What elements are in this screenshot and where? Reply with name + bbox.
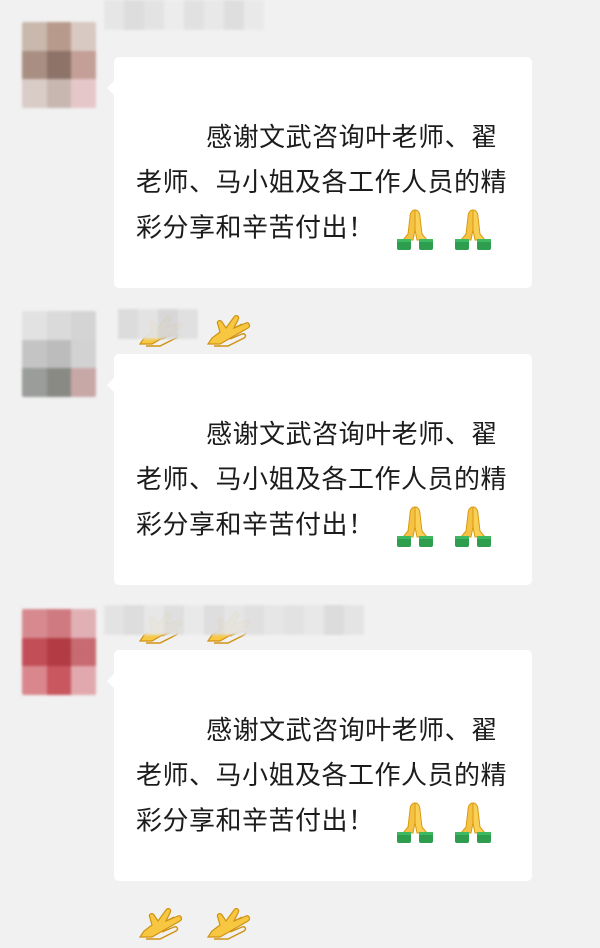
avatar-mosaic-cell [22,50,47,80]
avatar-mosaic-cell [71,79,96,108]
pray-icon [393,799,437,845]
name-blur-cell [264,605,284,635]
avatar-mosaic-cell [22,22,47,51]
name-blur-cell [144,0,164,30]
avatar-mosaic-cell [22,79,47,108]
avatar-mosaic-cell [71,50,96,80]
name-blur-cell [344,605,364,635]
avatar[interactable] [22,311,96,397]
name-blur-cell [104,0,124,30]
avatar-mosaic-cell [71,666,96,695]
pray-icon [393,206,437,252]
name-blur-cell [224,605,244,635]
clap-icon [136,899,186,943]
name-blur-cell [124,0,144,30]
sender-name-blurred [104,605,364,635]
avatar-mosaic-cell [46,339,72,369]
chat-message: 感谢文武咨询叶老师、翟老师、马小姐及各工作人员的精彩分享和辛苦付出！ [0,0,600,347]
name-blur-cell [204,605,224,635]
avatar-mosaic-cell [46,50,72,80]
avatar-mosaic-cell [71,368,96,397]
name-blur-cell [104,605,124,635]
avatar-mosaic-cell [22,666,47,695]
avatar-mosaic-cell [22,609,47,638]
avatar-mosaic-cell [46,609,72,638]
inline-emoji-group [387,206,495,252]
avatar-mosaic-cell [71,311,96,340]
name-blur-cell [184,0,204,30]
name-blur-cell [284,605,304,635]
avatar-mosaic-cell [22,339,47,369]
name-blur-cell [244,0,264,30]
avatar-mosaic-cell [46,666,72,695]
message-bubble[interactable]: 感谢文武咨询叶老师、翟老师、马小姐及各工作人员的精彩分享和辛苦付出！ [107,354,532,644]
avatar-mosaic-cell [46,22,72,51]
avatar-mosaic-cell [46,637,72,667]
message-bubble[interactable]: 感谢文武咨询叶老师、翟老师、马小姐及各工作人员的精彩分享和辛苦付出！ [107,57,532,347]
avatar-mosaic-cell [22,368,47,397]
pray-icon [451,503,495,549]
clap-icon [204,899,254,943]
name-blur-cell [224,0,244,30]
pray-icon [451,799,495,845]
name-blur-cell [138,309,158,339]
name-blur-cell [324,605,344,635]
message-text: 感谢文武咨询叶老师、翟老师、马小姐及各工作人员的精彩分享和辛苦付出！ [136,368,510,594]
avatar-mosaic-cell [71,609,96,638]
chat-message: 感谢文武咨询叶老师、翟老师、马小姐及各工作人员的精彩分享和辛苦付出！ [0,297,600,644]
sender-name-blurred [118,309,198,339]
name-blur-cell [158,309,178,339]
sender-name-blurred [104,0,264,30]
message-text: 感谢文武咨询叶老师、翟老师、马小姐及各工作人员的精彩分享和辛苦付出！ [136,664,510,890]
avatar-mosaic-cell [46,79,72,108]
name-blur-cell [204,0,224,30]
name-blur-cell [164,0,184,30]
inline-emoji-group [387,503,495,549]
chat-message: 感谢文武咨询叶老师、翟老师、马小姐及各工作人员的精彩分享和辛苦付出！ [0,593,600,940]
avatar-mosaic-cell [46,368,72,397]
inline-emoji-group [387,799,495,845]
message-bubble[interactable]: 感谢文武咨询叶老师、翟老师、马小姐及各工作人员的精彩分享和辛苦付出！ [107,650,532,940]
name-blur-cell [304,605,324,635]
pray-icon [451,206,495,252]
avatar-mosaic-cell [71,339,96,369]
name-blur-cell [164,605,184,635]
name-blur-cell [178,309,198,339]
avatar[interactable] [22,22,96,108]
emoji-line [136,894,510,948]
name-blur-cell [144,605,164,635]
avatar-mosaic-cell [46,311,72,340]
avatar-mosaic-cell [71,637,96,667]
name-blur-cell [244,605,264,635]
name-blur-cell [184,605,204,635]
avatar-mosaic-cell [22,311,47,340]
message-text: 感谢文武咨询叶老师、翟老师、马小姐及各工作人员的精彩分享和辛苦付出！ [136,71,510,297]
pray-icon [393,503,437,549]
avatar-mosaic-cell [22,637,47,667]
avatar-mosaic-cell [71,22,96,51]
avatar[interactable] [22,609,96,695]
name-blur-cell [118,309,138,339]
name-blur-cell [124,605,144,635]
